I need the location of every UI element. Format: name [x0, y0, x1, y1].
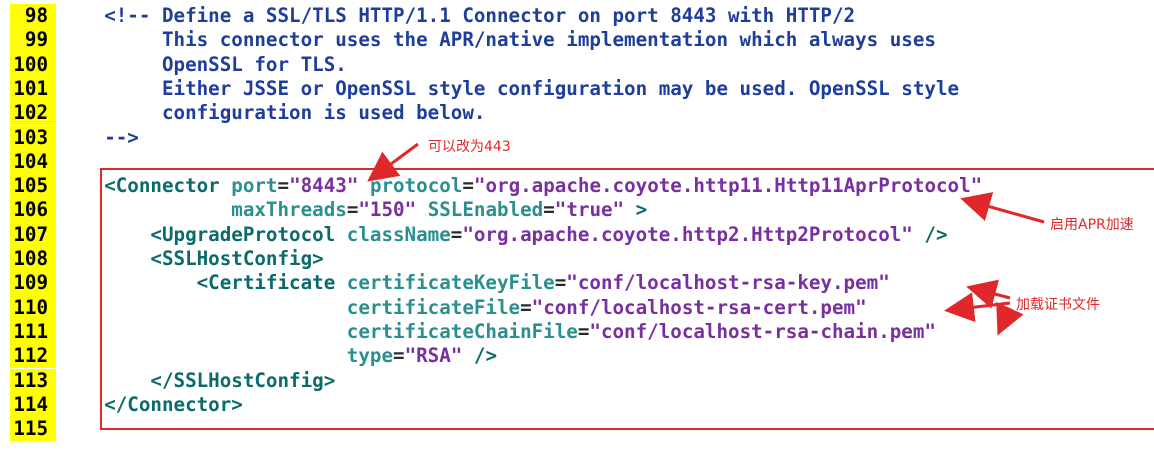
apr-arrow: [960, 192, 1045, 224]
cert-arrow-2: [944, 292, 1011, 323]
code-editor[interactable]: 98 99 100 101 102 103 104 105 106 107 108 109 110 111…: [0, 0, 1154, 450]
annotation-arrows: [367, 142, 1045, 336]
port-arrow: [367, 142, 419, 182]
cert-arrow-1: [966, 279, 1011, 309]
cert-arrow-3: [996, 301, 1024, 336]
